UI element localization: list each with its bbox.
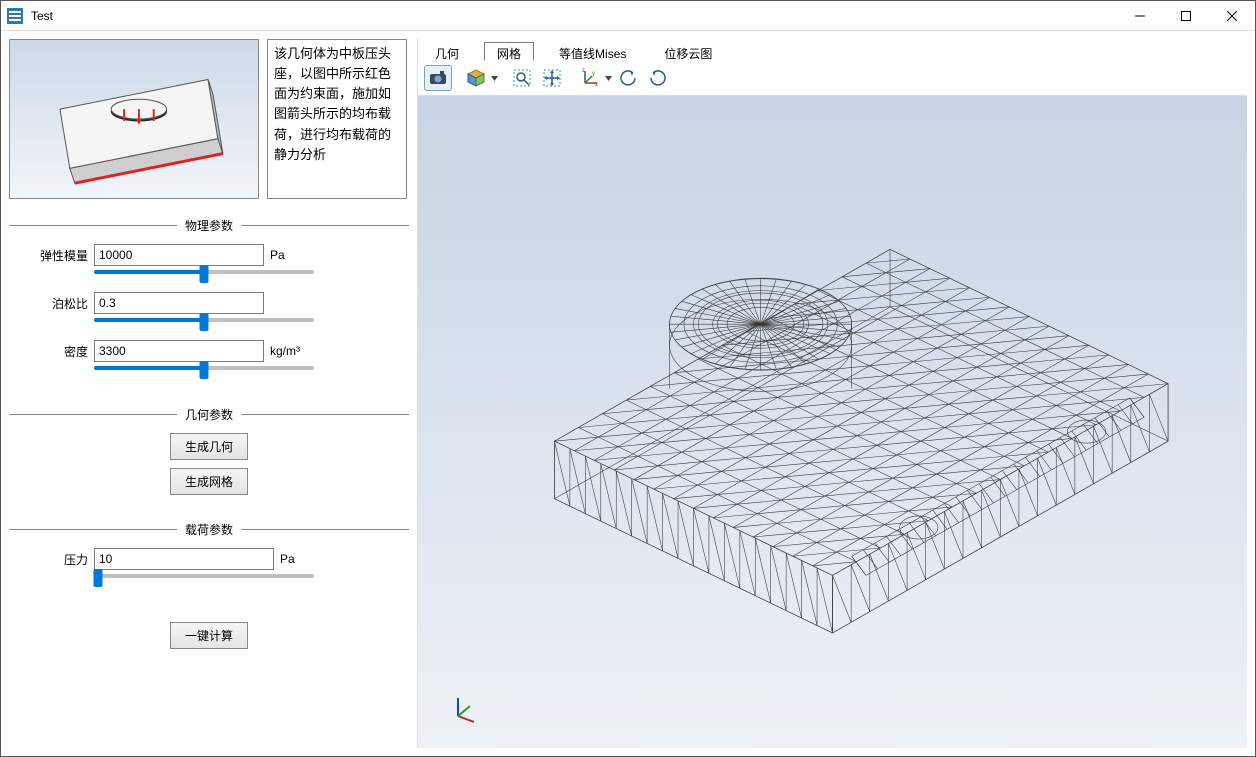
tab-mesh[interactable]: 网格 (484, 42, 534, 61)
poisson-slider[interactable] (94, 318, 314, 322)
geometry-params-section: 几何参数 生成几何 生成网格 (9, 400, 409, 503)
mesh-viewport[interactable] (418, 96, 1247, 748)
title-bar: Test (1, 1, 1255, 31)
view-tabs: 几何 网格 等值线Mises 位移云图 (418, 39, 1247, 61)
elastic-modulus-label: 弹性模量 (39, 247, 94, 264)
pan-icon[interactable] (538, 65, 566, 91)
right-panel: 几何 网格 等值线Mises 位移云图 (417, 39, 1247, 748)
poisson-input[interactable] (94, 292, 264, 314)
rotate-cw-icon[interactable] (644, 65, 672, 91)
compute-button[interactable]: 一键计算 (170, 622, 248, 649)
cube-dropdown-icon[interactable] (490, 65, 498, 91)
tab-mises[interactable]: 等值线Mises (546, 42, 639, 61)
pressure-slider[interactable] (94, 574, 314, 578)
geometry-title: 几何参数 (177, 406, 241, 423)
tab-geometry[interactable]: 几何 (422, 42, 472, 61)
density-unit: kg/m³ (270, 344, 300, 358)
app-icon (7, 8, 23, 24)
axis-triad-icon (448, 694, 478, 724)
pressure-label: 压力 (39, 551, 94, 568)
pressure-input[interactable] (94, 548, 274, 570)
svg-text:z: z (582, 68, 585, 74)
pressure-unit: Pa (280, 552, 295, 566)
svg-text:y: y (592, 71, 595, 77)
elastic-modulus-slider[interactable] (94, 270, 314, 274)
left-panel: 该几何体为中板压头座，以图中所示红色面为约束面，施加如图箭头所示的均布载荷，进行… (9, 39, 409, 748)
viewport-toolbar: z xy (418, 61, 1247, 96)
minimize-button[interactable] (1117, 1, 1163, 31)
cube-icon[interactable] (462, 65, 490, 91)
generate-mesh-button[interactable]: 生成网格 (170, 468, 248, 495)
poisson-label: 泊松比 (39, 295, 94, 312)
density-input[interactable] (94, 340, 264, 362)
camera-icon[interactable] (424, 65, 452, 91)
density-label: 密度 (39, 343, 94, 360)
description-box: 该几何体为中板压头座，以图中所示红色面为约束面，施加如图箭头所示的均布载荷，进行… (267, 39, 407, 199)
load-params-section: 载荷参数 压力 Pa (9, 515, 409, 596)
elastic-modulus-unit: Pa (270, 248, 285, 262)
mesh-wireframe (418, 96, 1247, 748)
rotate-ccw-icon[interactable] (614, 65, 642, 91)
axes-icon[interactable]: z xy (576, 65, 604, 91)
physical-params-section: 物理参数 弹性模量 Pa 泊松比 (9, 211, 409, 388)
density-slider[interactable] (94, 366, 314, 370)
axes-dropdown-icon[interactable] (604, 65, 612, 91)
physical-title: 物理参数 (177, 217, 241, 234)
maximize-button[interactable] (1163, 1, 1209, 31)
elastic-modulus-input[interactable] (94, 244, 264, 266)
model-preview (9, 39, 259, 199)
tab-displacement[interactable]: 位移云图 (651, 42, 725, 61)
generate-geometry-button[interactable]: 生成几何 (170, 433, 248, 460)
zoom-box-icon[interactable] (508, 65, 536, 91)
close-button[interactable] (1209, 1, 1255, 31)
window-title: Test (31, 9, 53, 23)
svg-text:x: x (595, 82, 598, 88)
load-title: 载荷参数 (177, 521, 241, 538)
